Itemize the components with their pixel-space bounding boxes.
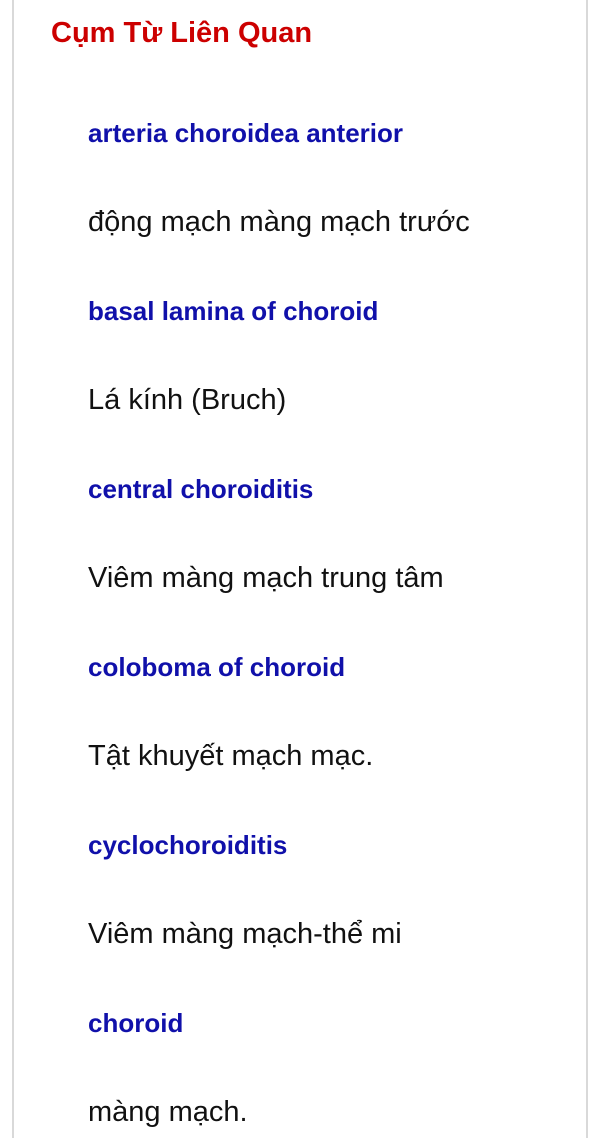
phrase-term-link[interactable]: basal lamina of choroid <box>88 288 588 377</box>
phrase-entry: central choroiditis Viêm màng mạch trung… <box>88 466 588 644</box>
phrase-meaning: Viêm màng mạch-thể mi <box>88 918 402 950</box>
section-title: Cụm Từ Liên Quan <box>51 17 313 49</box>
phrase-meaning: Tật khuyết mạch mạc. <box>88 740 374 772</box>
phrase-term-link[interactable]: coloboma of choroid <box>88 644 588 733</box>
related-phrases-panel: Cụm Từ Liên Quan arteria choroidea anter… <box>12 0 588 1138</box>
phrase-entry: arteria choroidea anterior động mạch màn… <box>88 110 588 288</box>
phrase-term-link[interactable]: arteria choroidea anterior <box>88 110 588 199</box>
related-phrases-list: arteria choroidea anterior động mạch màn… <box>88 110 588 1138</box>
phrase-meaning: màng mạch. <box>88 1096 248 1128</box>
phrase-entry: coloboma of choroid Tật khuyết mạch mạc. <box>88 644 588 822</box>
phrase-entry: cyclochoroiditis Viêm màng mạch-thể mi <box>88 822 588 1000</box>
phrase-term-link[interactable]: cyclochoroiditis <box>88 822 588 911</box>
phrase-meaning: động mạch màng mạch trước <box>88 206 470 238</box>
phrase-entry: choroid màng mạch. <box>88 1000 588 1138</box>
phrase-meaning: Viêm màng mạch trung tâm <box>88 562 444 594</box>
phrase-term-link[interactable]: choroid <box>88 1000 588 1089</box>
phrase-meaning: Lá kính (Bruch) <box>88 384 287 416</box>
phrase-term-link[interactable]: central choroiditis <box>88 466 588 555</box>
phrase-entry: basal lamina of choroid Lá kính (Bruch) <box>88 288 588 466</box>
